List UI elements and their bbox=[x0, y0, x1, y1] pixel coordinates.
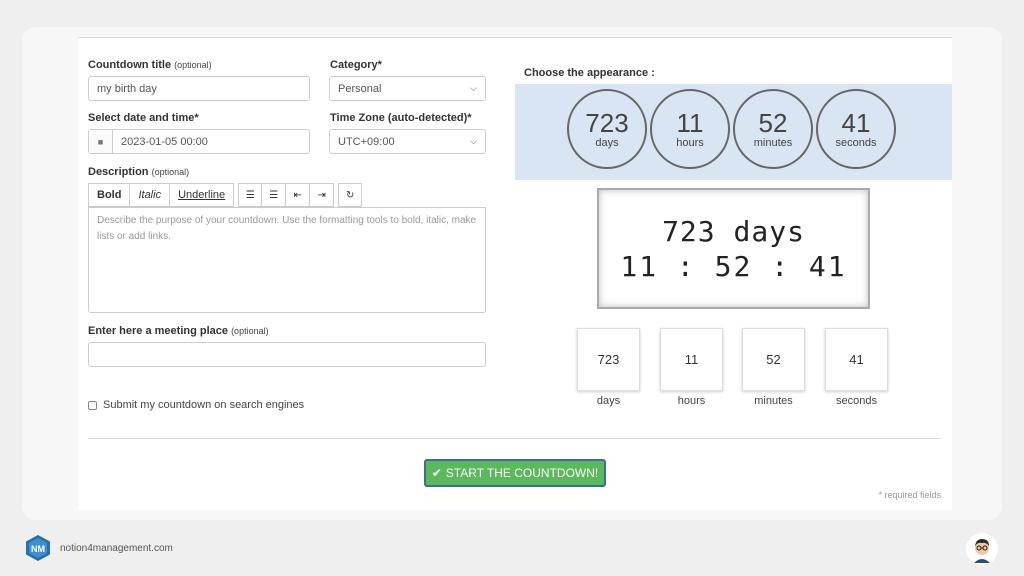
underline-button[interactable]: Underline bbox=[170, 183, 235, 207]
circle-minutes: 52 minutes bbox=[733, 89, 813, 169]
timezone-select[interactable]: UTC+09:00 ⌵ bbox=[329, 129, 486, 154]
italic-button[interactable]: Italic bbox=[130, 183, 171, 207]
description-textarea[interactable]: Describe the purpose of your countdown. … bbox=[88, 207, 486, 313]
avatar bbox=[966, 533, 998, 565]
datetime-label: Select date and time* bbox=[88, 112, 199, 124]
box-hours[interactable]: 11 bbox=[660, 328, 723, 391]
datetime-input[interactable]: ■ 2023-01-05 00:00 bbox=[88, 129, 310, 154]
meeting-place-label: Enter here a meeting place (optional) bbox=[88, 325, 269, 337]
box-days-label: days bbox=[596, 395, 621, 407]
footer-site: notion4management.com bbox=[60, 543, 173, 554]
link-icon[interactable]: ↻ bbox=[338, 183, 363, 207]
circle-days: 723 days bbox=[567, 89, 647, 169]
digital-days: 723 days bbox=[662, 214, 805, 248]
box-minutes-label: minutes bbox=[754, 395, 793, 407]
submit-search-label: Submit my countdown on search engines bbox=[103, 399, 305, 411]
box-minutes[interactable]: 52 bbox=[742, 328, 805, 391]
category-label: Category* bbox=[330, 59, 382, 71]
digital-time: 11 : 52 : 41 bbox=[620, 249, 847, 283]
divider bbox=[88, 438, 941, 439]
required-note: * required fields bbox=[878, 490, 941, 500]
circle-hours: 11 hours bbox=[650, 89, 730, 169]
notion4management-logo-icon: NM bbox=[25, 534, 51, 562]
circle-seconds: 41 seconds bbox=[816, 89, 896, 169]
chevron-down-icon: ⌵ bbox=[470, 83, 477, 93]
unordered-list-icon[interactable]: ☰ bbox=[262, 183, 287, 207]
category-select[interactable]: Personal ⌵ bbox=[329, 76, 486, 101]
ordered-list-icon[interactable]: ☰ bbox=[238, 183, 263, 207]
check-icon: ✔ bbox=[431, 466, 442, 480]
countdown-title-label: Countdown title (optional) bbox=[88, 59, 212, 71]
appearance-label: Choose the appearance : bbox=[524, 67, 655, 79]
submit-search-row: Submit my countdown on search engines bbox=[88, 399, 304, 411]
submit-search-checkbox[interactable] bbox=[88, 400, 97, 410]
box-hours-label: hours bbox=[677, 395, 706, 407]
bold-button[interactable]: Bold bbox=[88, 183, 131, 207]
chevron-down-icon: ⌵ bbox=[470, 136, 477, 146]
countdown-title-input[interactable]: my birth day bbox=[88, 76, 310, 101]
svg-text:NM: NM bbox=[31, 544, 45, 554]
start-countdown-button[interactable]: ✔ START THE COUNTDOWN! bbox=[424, 459, 606, 487]
circle-style-option[interactable]: 723 days 11 hours 52 minutes 41 seconds bbox=[515, 84, 952, 180]
box-seconds[interactable]: 41 bbox=[825, 328, 888, 391]
formatting-toolbar: Bold Italic Underline ☰ ☰ ⇤ ⇥ ↻ bbox=[88, 183, 364, 207]
timezone-label: Time Zone (auto-detected)* bbox=[330, 112, 472, 124]
calendar-icon[interactable]: ■ bbox=[89, 130, 113, 153]
outdent-icon[interactable]: ⇤ bbox=[286, 183, 311, 207]
meeting-place-input[interactable] bbox=[88, 342, 486, 367]
description-label: Description (optional) bbox=[88, 166, 190, 178]
indent-icon[interactable]: ⇥ bbox=[310, 183, 335, 207]
digital-style-option[interactable]: 723 days 11 : 52 : 41 bbox=[597, 188, 870, 309]
countdown-form-card: Countdown title (optional) my birth day … bbox=[78, 37, 952, 510]
box-days[interactable]: 723 bbox=[577, 328, 640, 391]
box-seconds-label: seconds bbox=[836, 395, 877, 407]
